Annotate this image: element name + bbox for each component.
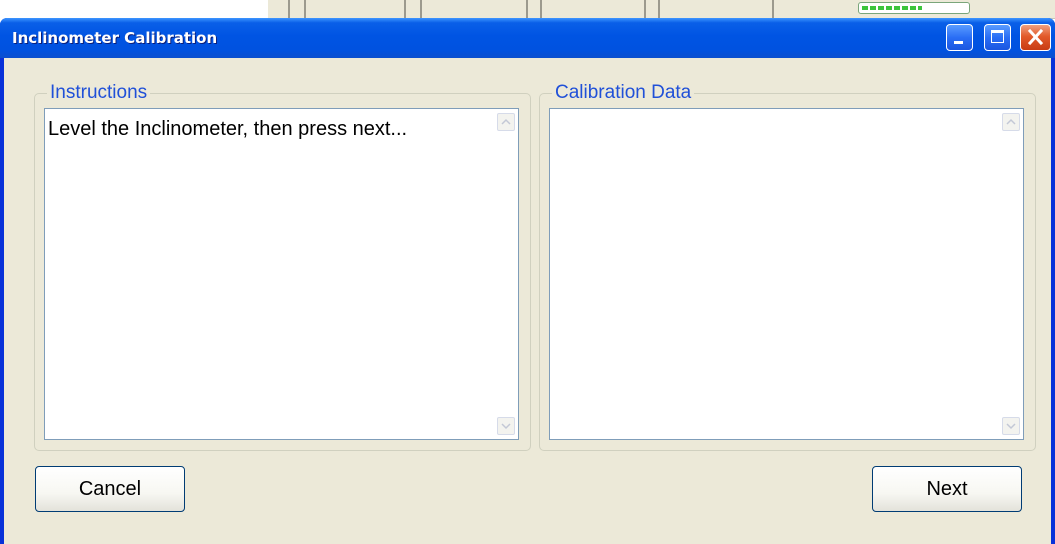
minimize-icon [954,41,963,44]
maximize-button[interactable] [984,24,1011,51]
minimize-button[interactable] [946,24,973,51]
calibration-dialog: Inclinometer Calibration Instructions Le… [0,18,1055,544]
instructions-scrollbar[interactable] [493,109,518,439]
dialog-body: Instructions Level the Inclinometer, the… [4,58,1051,544]
scroll-up-button[interactable] [497,113,515,131]
instructions-textbox[interactable]: Level the Inclinometer, then press next.… [44,108,519,440]
chevron-down-icon [501,423,511,430]
title-bar[interactable]: Inclinometer Calibration [0,18,1055,58]
close-button[interactable] [1020,24,1051,51]
instructions-group: Instructions Level the Inclinometer, the… [34,82,531,451]
background-separator [772,0,774,18]
chevron-up-icon [1006,118,1016,125]
scroll-down-button[interactable] [1002,417,1020,435]
background-separator [526,0,528,18]
background-separator [404,0,406,18]
window-title: Inclinometer Calibration [12,29,218,47]
calibration-data-label: Calibration Data [552,82,695,104]
instructions-text: Level the Inclinometer, then press next.… [48,118,408,140]
background-status-fill [862,6,922,10]
background-separator [540,0,542,18]
calibration-data-scrollbar[interactable] [998,109,1023,439]
next-button[interactable]: Next [872,466,1022,512]
background-separator [288,0,290,18]
calibration-data-group: Calibration Data [539,82,1036,451]
chevron-up-icon [501,118,511,125]
scroll-up-button[interactable] [1002,113,1020,131]
maximize-icon [991,30,1004,43]
close-icon [1027,28,1044,46]
chevron-down-icon [1006,423,1016,430]
background-separator [304,0,306,18]
scroll-down-button[interactable] [497,417,515,435]
background-separator [644,0,646,18]
calibration-data-textbox[interactable] [549,108,1024,440]
instructions-label: Instructions [47,82,151,104]
background-separator [658,0,660,18]
background-separator [420,0,422,18]
cancel-button[interactable]: Cancel [35,466,185,512]
